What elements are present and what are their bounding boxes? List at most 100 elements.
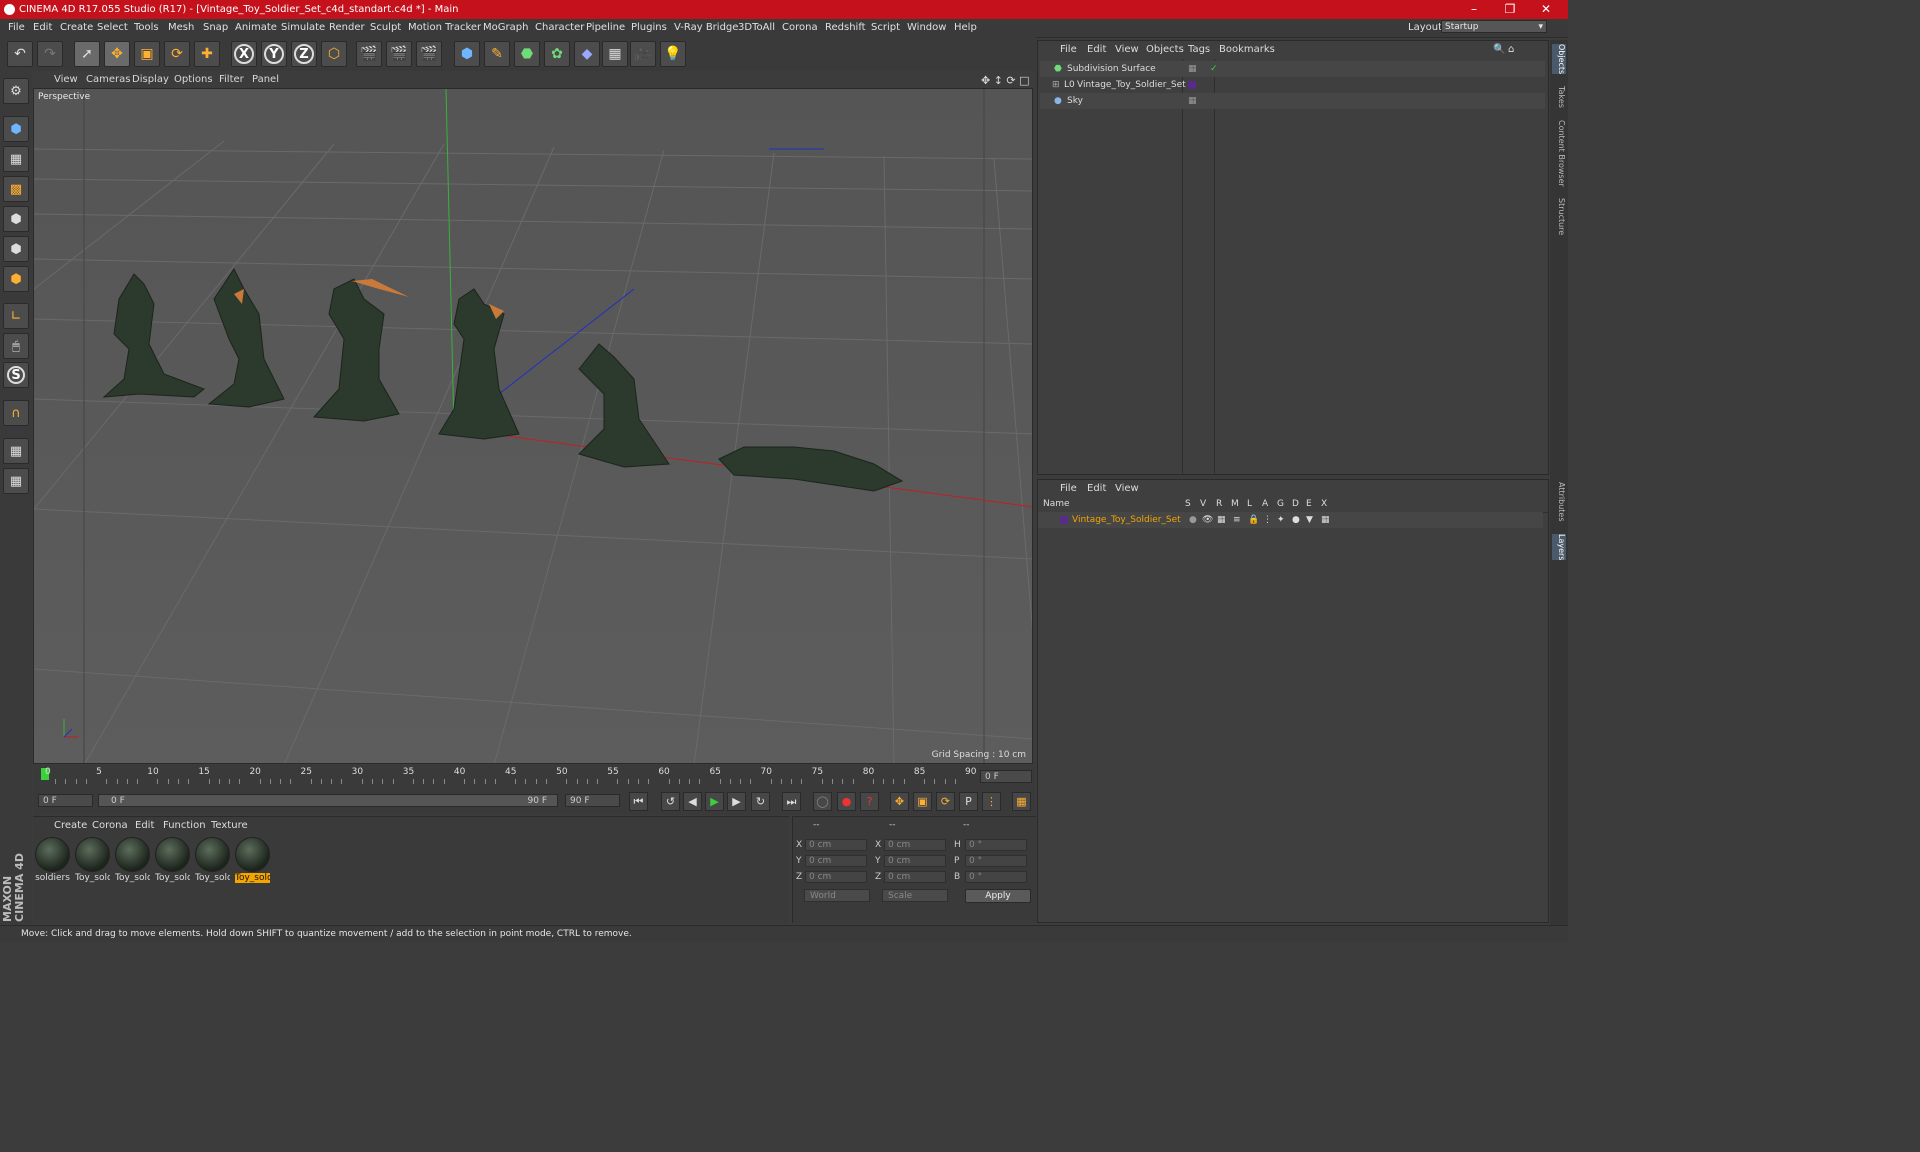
xref-icon[interactable]: ▦ — [1321, 512, 1330, 528]
keyframe-selection-icon[interactable]: ? — [860, 792, 879, 811]
spline-pen-icon[interactable]: ✎ — [484, 41, 510, 67]
layer-col-render[interactable]: R — [1216, 499, 1222, 509]
floor-environment-icon[interactable]: ▦ — [602, 41, 628, 67]
scale-tool-icon[interactable]: ▣ — [134, 41, 160, 67]
viewport-menu-cameras[interactable]: Cameras — [86, 74, 130, 85]
previous-frame-icon[interactable]: ◀ — [683, 792, 702, 811]
workplane-mode-icon[interactable]: ▩ — [3, 176, 29, 202]
menu-mesh[interactable]: Mesh — [168, 22, 194, 33]
menu-window[interactable]: Window — [907, 22, 946, 33]
layer-col-locked[interactable]: L — [1247, 499, 1252, 509]
menu-help[interactable]: Help — [954, 22, 977, 33]
layer-col-solo[interactable]: S — [1185, 499, 1191, 509]
menu-redshift[interactable]: Redshift — [825, 22, 866, 33]
object-row-vintage-toy-soldier-set[interactable]: ⊞ L0 Vintage_Toy_Soldier_Set — [1040, 77, 1545, 93]
start-frame-field[interactable]: 0 F — [38, 794, 93, 807]
layer-col-expressions[interactable]: E — [1306, 499, 1312, 509]
live-selection-icon[interactable]: ➚ — [74, 41, 100, 67]
obj-menu-file[interactable]: File — [1060, 44, 1077, 55]
menu-select[interactable]: Select — [97, 22, 128, 33]
play-icon[interactable]: ▶ — [705, 792, 724, 811]
key-pla-icon[interactable]: ⋮ — [982, 792, 1001, 811]
x-axis-lock-icon[interactable]: X — [231, 41, 257, 67]
menu-pipeline[interactable]: Pipeline — [586, 22, 625, 33]
viewport-menu-view[interactable]: View — [54, 74, 78, 85]
material-swatch[interactable]: Toy_sold — [155, 837, 190, 883]
apply-button[interactable]: Apply — [965, 889, 1031, 903]
go-to-end-icon[interactable]: ⏭ — [782, 792, 801, 811]
next-frame-icon[interactable]: ▶ — [727, 792, 746, 811]
layer-col-deformers[interactable]: D — [1292, 499, 1299, 509]
timeline-ruler[interactable]: 0 5 10 15 20 25 30 35 40 45 50 55 60 65 70 75 80 85 90 0 F — [33, 765, 1035, 787]
edit-render-settings-icon[interactable]: 🎬 — [416, 41, 442, 67]
pos-y-field[interactable]: 0 cm — [805, 855, 867, 867]
menu-corona[interactable]: Corona — [782, 22, 818, 33]
timeline-window-icon[interactable]: ▦ — [1012, 792, 1031, 811]
layer-tag-icon[interactable]: ▦ — [1188, 93, 1197, 109]
generator-icon[interactable]: ✦ — [1277, 512, 1285, 528]
end-frame-field[interactable]: 90 F — [565, 794, 620, 807]
layer-col-generators[interactable]: G — [1277, 499, 1284, 509]
key-position-icon[interactable]: ✥ — [890, 792, 909, 811]
viewport-menu-panel[interactable]: Panel — [252, 74, 279, 85]
y-axis-lock-icon[interactable]: Y — [261, 41, 287, 67]
obj-menu-view[interactable]: View — [1115, 44, 1139, 55]
snapping-magnet-icon[interactable]: ∩ — [3, 400, 29, 426]
mat-menu-texture[interactable]: Texture — [211, 820, 248, 831]
viewport-menu-options[interactable]: Options — [174, 74, 213, 85]
menu-3dtoall[interactable]: 3DToAll — [738, 22, 775, 33]
mat-menu-corona[interactable]: Corona — [92, 820, 128, 831]
layer-col-xref[interactable]: X — [1321, 499, 1327, 509]
close-icon[interactable]: ✕ — [1528, 0, 1564, 19]
tab-objects[interactable]: Objects — [1552, 44, 1566, 75]
record-keys-icon[interactable]: ◯ — [813, 792, 832, 811]
size-y-field[interactable]: 0 cm — [884, 855, 946, 867]
material-swatch[interactable]: Toy_sold — [115, 837, 150, 883]
key-parameter-icon[interactable]: P — [959, 792, 978, 811]
key-scale-icon[interactable]: ▣ — [913, 792, 932, 811]
coordinate-system-icon[interactable]: ⬡ — [321, 41, 347, 67]
layer-col-view[interactable]: V — [1200, 499, 1206, 509]
redo-icon[interactable]: ↷ — [37, 41, 63, 67]
menu-render[interactable]: Render — [329, 22, 365, 33]
menu-snap[interactable]: Snap — [203, 22, 228, 33]
pos-z-field[interactable]: 0 cm — [805, 871, 867, 883]
menu-edit[interactable]: Edit — [33, 22, 52, 33]
move-tool-icon[interactable]: ✥ — [104, 41, 130, 67]
mat-menu-function[interactable]: Function — [163, 820, 206, 831]
obj-menu-edit[interactable]: Edit — [1087, 44, 1106, 55]
edges-mode-icon[interactable]: ⬢ — [3, 236, 29, 262]
home-icon[interactable]: ⌂ — [1508, 44, 1514, 55]
layer-menu-file[interactable]: File — [1060, 483, 1077, 494]
search-icon[interactable]: 🔍 — [1493, 44, 1505, 55]
menu-simulate[interactable]: Simulate — [281, 22, 325, 33]
size-z-field[interactable]: 0 cm — [884, 871, 946, 883]
menu-plugins[interactable]: Plugins — [631, 22, 667, 33]
viewport-nav-icon[interactable]: ✥ ↕ ⟳ □ — [981, 74, 1030, 87]
transform-tool-icon[interactable]: ✚ — [194, 41, 220, 67]
layer-color-icon[interactable] — [1188, 81, 1196, 89]
make-editable-icon[interactable]: ⚙ — [3, 78, 29, 104]
size-mode-dropdown[interactable]: Scale — [882, 889, 948, 902]
enabled-check-icon[interactable]: ✓ — [1210, 61, 1218, 77]
object-row-sky[interactable]: ● Sky ▦ — [1040, 93, 1545, 109]
texture-mode-icon[interactable]: ▦ — [3, 146, 29, 172]
previous-key-icon[interactable]: ↺ — [661, 792, 680, 811]
render-view-icon[interactable]: 🎬 — [356, 41, 382, 67]
size-x-field[interactable]: 0 cm — [884, 839, 946, 851]
go-to-start-icon[interactable]: ⏮ — [629, 792, 648, 811]
subdivision-surface-icon[interactable]: ⬣ — [514, 41, 540, 67]
obj-menu-tags[interactable]: Tags — [1188, 44, 1210, 55]
rot-h-field[interactable]: 0 ° — [965, 839, 1027, 851]
menu-character[interactable]: Character — [535, 22, 584, 33]
key-rotation-icon[interactable]: ⟳ — [936, 792, 955, 811]
expand-icon[interactable]: ⊞ — [1052, 77, 1060, 93]
expression-icon[interactable]: ▼ — [1306, 512, 1313, 528]
menu-animate[interactable]: Animate — [235, 22, 277, 33]
viewport-menu-filter[interactable]: Filter — [219, 74, 244, 85]
restore-icon[interactable]: ❐ — [1492, 0, 1528, 19]
menu-motion-tracker[interactable]: Motion Tracker — [408, 22, 481, 33]
menu-vray-bridge[interactable]: V-Ray Bridge — [674, 22, 738, 33]
layer-menu-edit[interactable]: Edit — [1087, 483, 1106, 494]
layer-color-swatch[interactable] — [1060, 516, 1068, 524]
